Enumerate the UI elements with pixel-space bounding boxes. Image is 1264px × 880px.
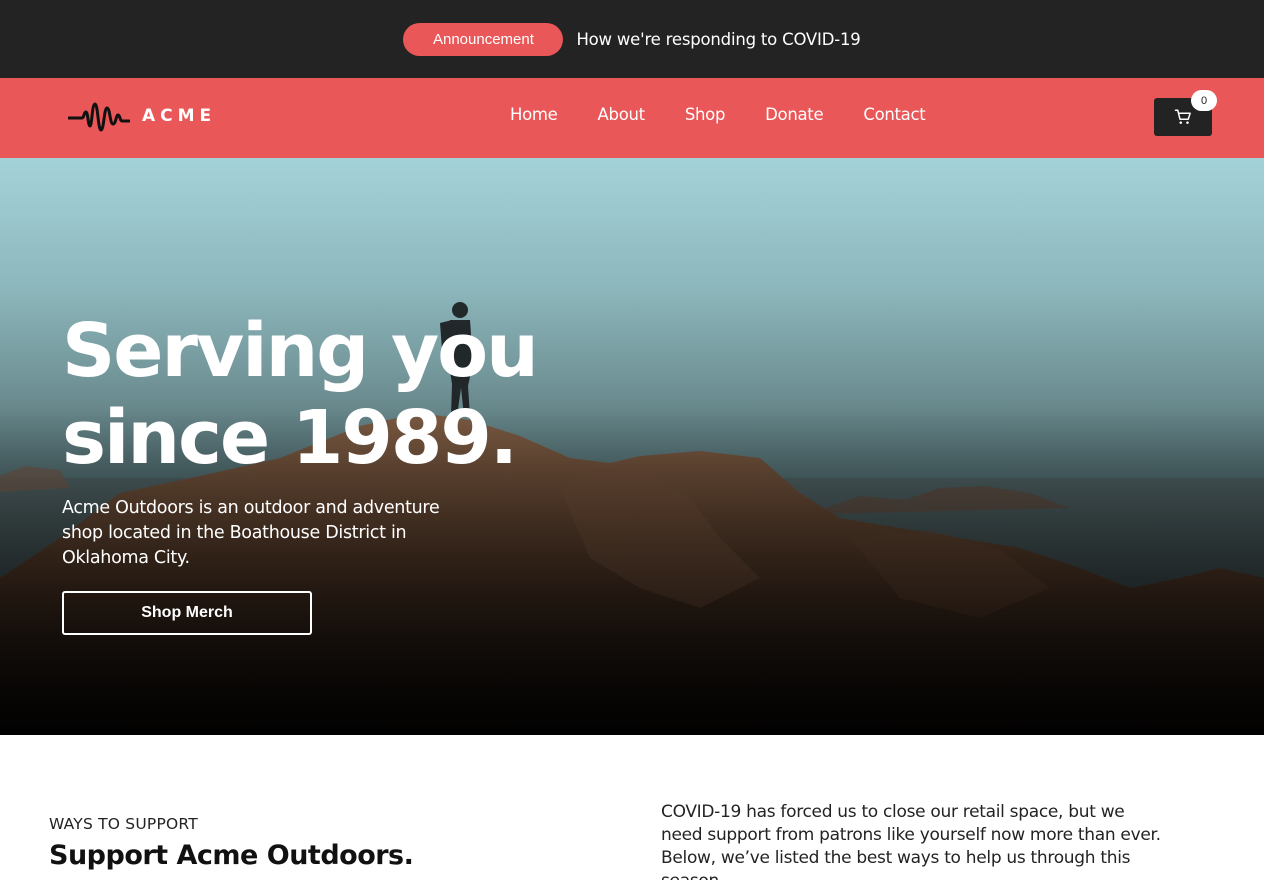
logo-text: ACME [142,106,217,126]
nav-about[interactable]: About [598,104,646,126]
support-body-text: COVID-19 has forced us to close our reta… [661,802,1161,880]
nav-shop[interactable]: Shop [685,104,726,126]
main-nav: Home About Shop Donate Contact [510,104,965,126]
site-logo[interactable]: ACME [68,98,216,134]
soundwave-logo-icon [68,102,130,132]
hero-section: Serving you since 1989. Acme Outdoors is… [0,158,1264,735]
covid-response-link[interactable]: How we're responding to COVID-19 [576,30,860,49]
cart-button[interactable]: 0 [1154,90,1217,136]
support-title: Support Acme Outdoors. [49,840,414,871]
hero-description: Acme Outdoors is an outdoor and adventur… [62,498,440,568]
nav-home[interactable]: Home [510,104,558,126]
announcement-badge[interactable]: Announcement [403,22,564,56]
shop-merch-button[interactable]: Shop Merch [62,591,312,635]
site-header: ACME Home About Shop Donate Contact 0 [0,78,1264,158]
support-eyebrow: WAYS TO SUPPORT [49,815,198,833]
cart-icon [1174,109,1191,124]
nav-donate[interactable]: Donate [765,104,824,126]
cart-count-badge: 0 [1191,90,1217,111]
hero-title: Serving you since 1989. [62,308,539,481]
announcement-bar: Announcement How we're responding to COV… [0,0,1264,78]
nav-contact[interactable]: Contact [863,104,925,126]
